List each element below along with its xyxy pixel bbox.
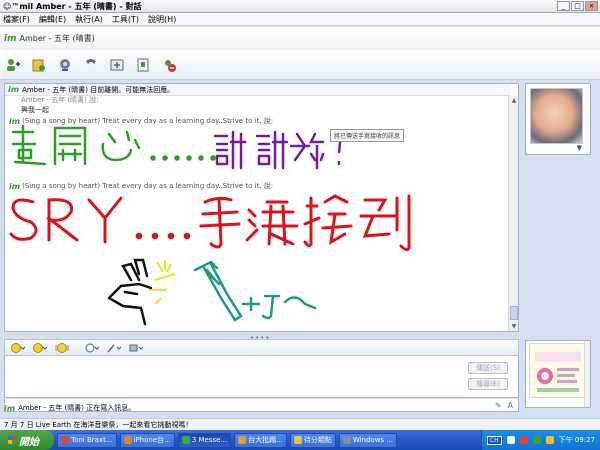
taskbar-item[interactable]: iPhone台... (119, 432, 175, 448)
taskbar-item[interactable]: Windows ... (338, 432, 397, 448)
pen-icon[interactable] (105, 342, 123, 353)
my-avatar-drawing (535, 352, 581, 392)
contact-header: im Amber - 五年 (晴書) (0, 27, 600, 50)
im-logo: im (4, 403, 16, 413)
taskbar-item-label: 3 Messe... (191, 436, 228, 444)
handwriting-yellow-sparkle (149, 260, 176, 305)
tray-icon[interactable] (545, 436, 554, 444)
taskbar-item-label: iPhone台... (133, 436, 171, 444)
activities-icon[interactable] (108, 56, 126, 74)
conversation-toolbar (0, 50, 600, 80)
scroll-up-icon[interactable]: ▲ (509, 96, 518, 105)
system-tray: CH 下午 09:27 (480, 430, 600, 450)
menu-help[interactable]: 說明(H) (148, 14, 176, 25)
handwriting-green-text (11, 124, 216, 166)
taskbar-item-label: Windows ... (352, 436, 393, 444)
handwriting-ink (9, 124, 411, 326)
handwriting-black-doodle (107, 258, 153, 326)
menu-actions[interactable]: 執行(A) (75, 14, 103, 25)
wink-icon[interactable] (31, 342, 49, 353)
input-toolbar (4, 339, 519, 356)
menu-edit[interactable]: 編輯(E) (39, 14, 66, 25)
app-icon (61, 436, 69, 444)
handwriting-red-text (9, 194, 411, 252)
contact-name[interactable]: Amber - 五年 (晴書) (19, 33, 94, 44)
emoticon-icon[interactable] (9, 342, 27, 353)
taskbar-item[interactable]: 3 Messe... (177, 432, 232, 448)
menu-file[interactable]: 檔案(F) (3, 14, 30, 25)
phone-icon[interactable] (82, 56, 100, 74)
taskbar-item-label: Toni Braxt... (71, 436, 113, 444)
app-icon (123, 436, 132, 444)
taskbar-item[interactable]: 台大批踢... (234, 432, 287, 448)
taskbar-item[interactable]: 待分類點 (289, 432, 336, 448)
webcam-icon[interactable] (56, 56, 74, 74)
typing-status: im Amber - 五年 (晴書) 正在寫入訊息。 (0, 401, 520, 415)
invite-icon[interactable] (4, 56, 22, 74)
handwriting-purple-text (213, 130, 343, 170)
windows-taskbar: 開始 Toni Braxt... iPhone台... 3 Messe... 台… (0, 430, 600, 450)
app-icon (238, 436, 247, 444)
scroll-thumb[interactable] (510, 306, 518, 320)
tray-icon[interactable] (519, 436, 528, 444)
window-title: ☺™mil Amber - 五年 (晴書) - 對話 (3, 1, 142, 11)
contact-avatar[interactable] (530, 88, 583, 144)
menu-bar: 檔案(F) 編輯(E) 執行(A) 工具(T) 說明(H) (0, 13, 600, 26)
handwriting-teal-hammer (193, 260, 317, 322)
tray-icon[interactable] (532, 436, 541, 444)
block-icon[interactable] (160, 56, 178, 74)
clock[interactable]: 下午 09:27 (559, 435, 595, 445)
font-icon[interactable] (83, 342, 101, 353)
start-label: 開始 (19, 436, 39, 448)
message-input[interactable]: 傳送(S) 搜尋(E) (4, 356, 519, 398)
avatar-dropdown-icon[interactable]: ▼ (577, 144, 582, 152)
chat-scrollbar[interactable]: ▲ ▼ (508, 96, 518, 331)
app-icon (342, 436, 351, 444)
menu-tools[interactable]: 工具(T) (112, 14, 139, 25)
start-button[interactable]: 開始 (0, 430, 54, 450)
scroll-down-icon[interactable]: ▼ (509, 322, 518, 331)
language-indicator[interactable]: CH (486, 435, 502, 445)
title-bar: ☺™mil Amber - 五年 (晴書) - 對話 _ □ × (0, 0, 600, 13)
window-controls: _ □ × (557, 1, 600, 11)
maximize-button[interactable]: □ (571, 1, 584, 11)
app-icon (181, 436, 190, 444)
send-button[interactable]: 傳送(S) (468, 362, 508, 374)
handwriting-tooltip: 將已傳送手寫接收的訊息 (330, 129, 405, 142)
windows-logo-icon (8, 436, 16, 444)
background-icon[interactable] (127, 342, 145, 353)
im-logo: im (4, 33, 17, 44)
taskbar-item-label: 待分類點 (303, 436, 332, 444)
contact-avatar-panel: ▼ (525, 83, 591, 155)
tray-icon[interactable] (506, 436, 515, 444)
my-avatar-panel (525, 340, 591, 408)
taskbar-item[interactable]: Toni Braxt... (57, 432, 117, 448)
minimize-button[interactable]: _ (557, 1, 570, 11)
typing-status-text: Amber - 五年 (晴書) 正在寫入訊息。 (18, 404, 136, 412)
taskbar-item-label: 台大批踢... (248, 436, 283, 444)
search-button[interactable]: 搜尋(E) (468, 378, 508, 390)
status-bar-text[interactable]: 7 月 7 日 Live Earth 在海洋音樂祭，一起來看它挑動視嗎！ (4, 420, 192, 430)
send-file-icon[interactable] (30, 56, 48, 74)
status-bar[interactable]: 7 月 7 日 Live Earth 在海洋音樂祭，一起來看它挑動視嗎！ (0, 418, 600, 430)
avatar-scrollbar[interactable] (584, 341, 590, 407)
my-avatar[interactable] (529, 343, 586, 398)
close-button[interactable]: × (585, 1, 598, 11)
chat-history[interactable]: im Amber - 五年 (晴書) 目前離開。可能無法回應。 Amber - … (4, 83, 519, 332)
nudge-icon[interactable] (53, 342, 71, 353)
app-icon (293, 436, 302, 444)
games-icon[interactable] (134, 56, 152, 74)
